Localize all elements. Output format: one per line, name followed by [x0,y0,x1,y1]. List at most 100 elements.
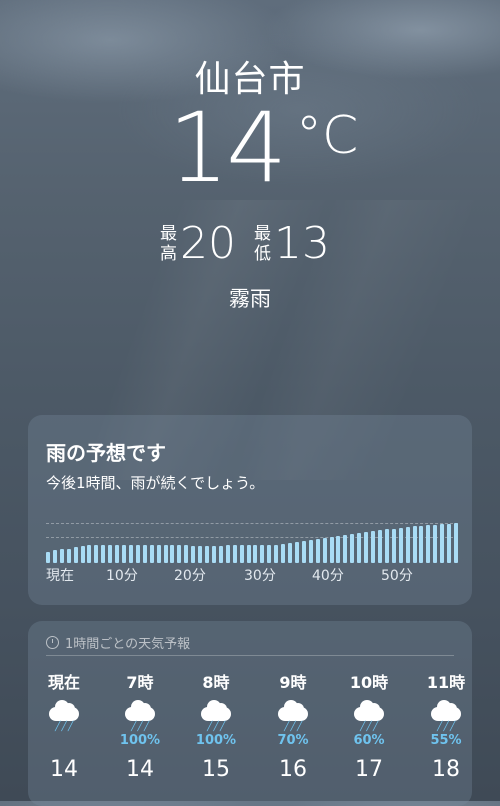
precip-bar [211,546,216,563]
hour-temperature: 18 [432,757,460,782]
precip-bar [122,545,127,563]
time-tick-label: 30分 [244,568,276,584]
precip-bar [149,545,154,563]
rain-forecast-card[interactable]: 雨の予想です 今後1時間、雨が続くでしょう。 現在 10分 20分 30分 40分 50分 [28,415,472,605]
precip-bar [377,530,382,563]
precip-bar [412,526,417,563]
hour-temperature: 17 [355,757,383,782]
hour-time: 8時 [202,673,230,692]
precip-bar [281,544,286,563]
hour-temperature: 16 [279,757,307,782]
hour-item: 10時 ╱╱╱ 60% 17 [339,669,399,782]
precip-bar [73,547,78,563]
rain-cloud-icon: ╱╱╱ [429,700,463,733]
precip-bar [329,537,334,563]
precip-bar [135,545,140,563]
precip-bar [301,541,306,563]
precip-bar [198,546,203,563]
precip-bar [46,552,50,563]
precip-bar [101,545,106,563]
precip-bar [405,527,410,563]
rain-cloud-icon: ╱╱╱ [123,700,157,733]
precip-bar [142,545,147,563]
precip-bar [156,545,161,563]
precip-bar [440,524,445,563]
precip-bar [322,538,327,563]
hour-item: 11時 ╱╱╱ 55% 18 [416,669,476,782]
hourly-forecast-card[interactable]: 1時間ごとの天気予報 現在 ╱╱╱ 14 7時 ╱╱╱ 100% 14 8時 ╱╱╱ 100% 15… [28,621,472,806]
rain-forecast-title: 雨の予想です [46,441,166,465]
precip-chance: 60% [353,733,385,748]
high-label: 最 高 [160,224,177,264]
precip-bar [52,550,57,563]
time-tick-label: 10分 [106,568,138,584]
time-tick-label: 現在 [46,568,74,584]
precip-bar [288,543,293,563]
high-temperature: 20 [180,218,236,269]
time-tick-label: 50分 [381,568,413,584]
precip-bar [426,525,431,563]
rain-cloud-icon: ╱╱╱ [199,700,233,733]
precip-bar [66,549,71,563]
rain-cloud-icon: ╱╱╱ [47,700,81,733]
precip-bar [357,533,362,563]
precip-chance: 70% [277,733,309,748]
time-tick-label: 40分 [312,568,344,584]
precip-bar [308,540,313,563]
grid-line-heavy [46,523,458,524]
hour-temperature: 14 [50,757,78,782]
precipitation-chart [46,523,458,563]
precip-bar [294,542,299,563]
hour-item: 9時 ╱╱╱ 70% 16 [263,669,323,782]
rain-forecast-subtitle: 今後1時間、雨が続くでしょう。 [46,474,265,492]
precip-bar [384,529,389,563]
precip-bar [454,523,458,563]
hour-time: 9時 [279,673,307,692]
precip-bar [128,545,133,563]
precip-bar [94,545,99,563]
precip-bar [419,526,424,563]
precip-bar [246,545,251,563]
precip-bar [391,529,396,563]
low-temperature: 13 [274,218,330,269]
rain-cloud-icon: ╱╱╱ [276,700,310,733]
precip-bar [274,545,279,563]
high-low: 最 高 20 最 低 13 [160,222,348,266]
current-temperature: 14 [168,92,287,204]
precip-bar [364,532,369,563]
precip-bar [371,531,376,563]
hour-temperature: 15 [202,757,230,782]
precip-bar [170,545,175,563]
hour-time: 現在 [47,673,80,692]
precip-bar [350,534,355,563]
time-axis: 現在 10分 20分 30分 40分 50分 [46,565,458,589]
precip-bar [115,545,120,563]
time-tick-label: 20分 [174,568,206,584]
hour-temperature: 14 [126,757,154,782]
weather-condition: 霧雨 [229,287,271,311]
precip-bar [218,546,223,563]
precip-bar [315,539,320,563]
precip-chance: 100% [119,733,161,748]
precip-bar [80,546,85,563]
precip-bar [87,545,92,563]
precip-bar [177,545,182,563]
precip-chance: 100% [195,733,237,748]
precip-bar [343,535,348,563]
rain-cloud-icon: ╱╱╱ [352,700,386,733]
precip-chance [34,733,94,749]
precip-bar [398,528,403,563]
low-label: 最 低 [254,224,271,264]
precip-bar [225,545,230,563]
hour-item: 現在 ╱╱╱ 14 [34,669,94,782]
precip-bar [163,545,168,563]
precip-bar [59,549,64,563]
hour-time: 11時 [426,673,466,692]
precip-bar [260,545,265,563]
precip-bar [232,545,237,563]
hourly-forecast-header-label: 1時間ごとの天気予報 [65,637,191,652]
temperature-unit: °C [296,106,359,166]
hour-time: 7時 [126,673,154,692]
divider [46,655,454,656]
precip-bar [447,524,452,563]
